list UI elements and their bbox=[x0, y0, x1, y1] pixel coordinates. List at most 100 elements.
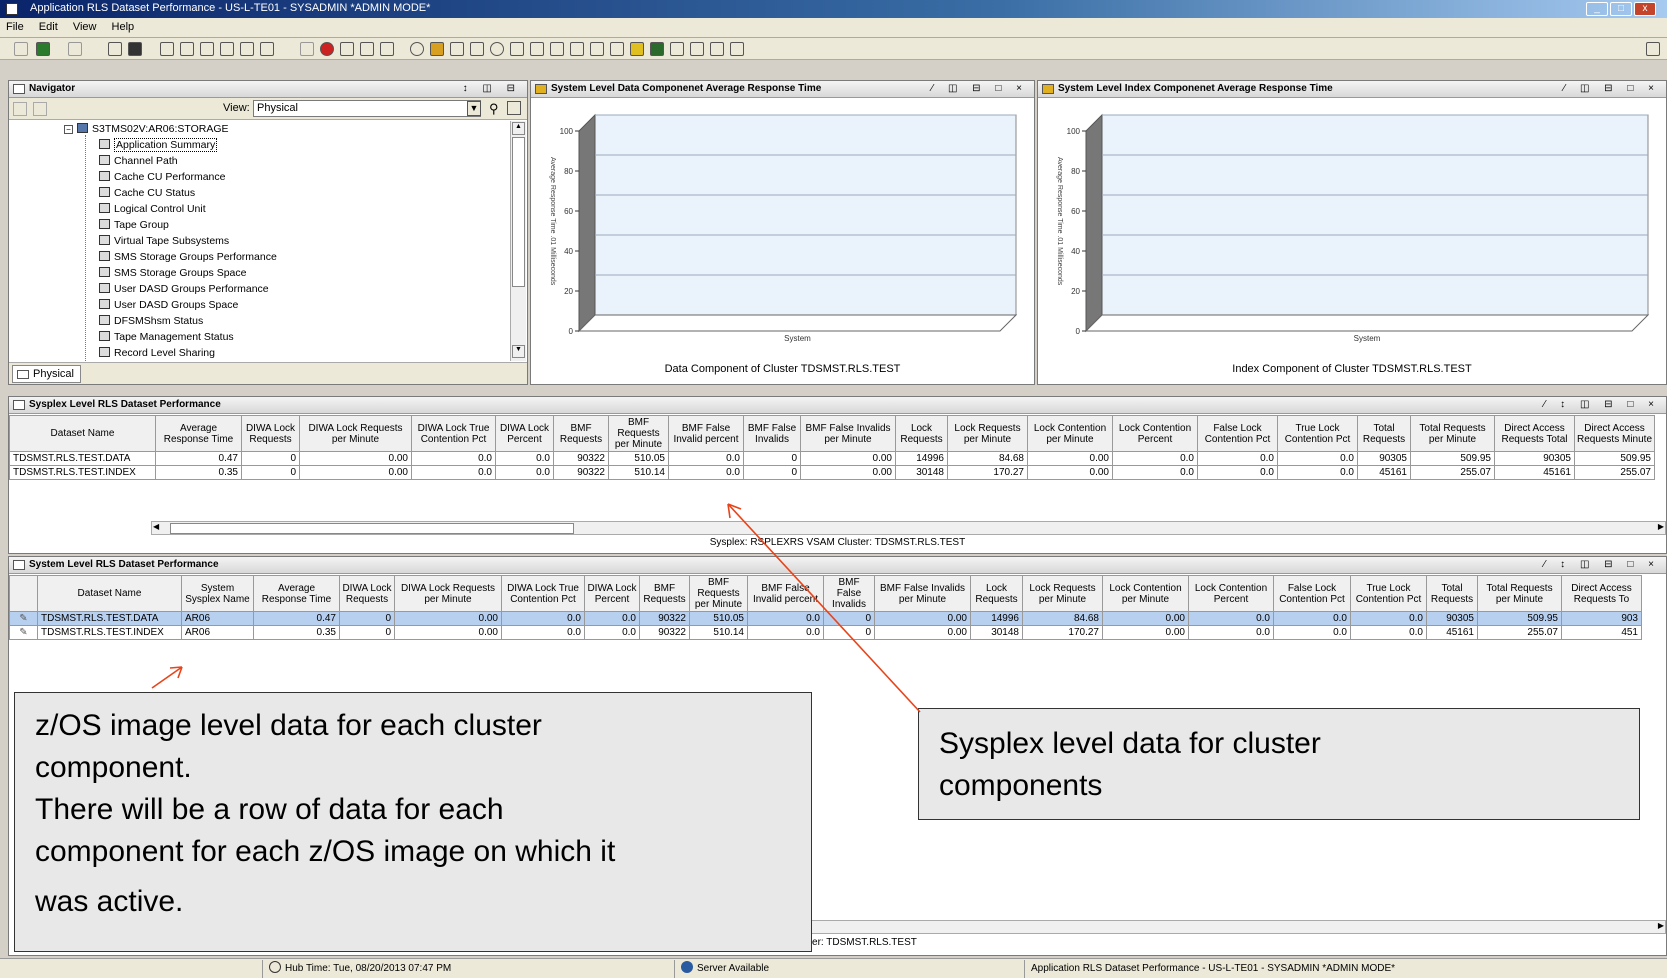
close-button[interactable]: x bbox=[1634, 2, 1656, 16]
column-header[interactable]: Lock Contention per Minute bbox=[1102, 575, 1189, 612]
tree-item[interactable]: Channel Path bbox=[99, 155, 178, 170]
column-header[interactable]: Lock Contention per Minute bbox=[1027, 415, 1113, 452]
maximize-button[interactable]: □ bbox=[1610, 2, 1632, 16]
tree-item[interactable]: SMS Storage Groups Space bbox=[99, 267, 247, 282]
table-row[interactable]: ✎ TDSMST.RLS.TEST.INDEX AR06 0.35 0 0.00 0.0 0.… bbox=[9, 625, 1642, 640]
tree-item[interactable]: User DASD Groups Performance bbox=[99, 283, 269, 298]
column-header[interactable]: Lock Requests bbox=[895, 415, 948, 452]
column-header[interactable]: BMF Requests per Minute bbox=[608, 415, 669, 452]
tree-item[interactable]: Cache CU Performance bbox=[99, 171, 225, 186]
column-header[interactable]: Lock Contention Percent bbox=[1188, 575, 1274, 612]
column-header[interactable]: BMF Requests per Minute bbox=[689, 575, 748, 612]
event-console-icon[interactable] bbox=[570, 42, 584, 56]
column-header[interactable]: DIWA Lock Requests bbox=[339, 575, 395, 612]
column-header[interactable]: BMF False Invalid percent bbox=[747, 575, 824, 612]
link-icon[interactable]: ✎ bbox=[19, 613, 27, 624]
column-header[interactable]: DIWA Lock Requests per Minute bbox=[394, 575, 502, 612]
tree-item[interactable]: Tape Management Status bbox=[99, 331, 234, 346]
bar-chart-icon[interactable] bbox=[430, 42, 444, 56]
no-entry-icon[interactable] bbox=[410, 42, 424, 56]
column-header[interactable] bbox=[9, 575, 38, 612]
column-header[interactable]: DIWA Lock True Contention Pct bbox=[411, 415, 496, 452]
column-header[interactable]: BMF False Invalids per Minute bbox=[874, 575, 971, 612]
sysplex-hscrollbar[interactable]: ◀ ▶ bbox=[151, 521, 1666, 535]
column-header[interactable]: BMF Requests bbox=[639, 575, 690, 612]
column-header[interactable]: Total Requests bbox=[1426, 575, 1478, 612]
sync-icon[interactable] bbox=[13, 102, 27, 116]
table-row[interactable]: ✎ TDSMST.RLS.TEST.DATA AR06 0.47 0 0.00 0.0 0.0… bbox=[9, 611, 1642, 626]
tree-item[interactable]: Logical Control Unit bbox=[99, 203, 206, 218]
table-row[interactable]: TDSMST.RLS.TEST.DATA 0.47 0 0.00 0.0 0.0 90322… bbox=[9, 451, 1655, 466]
back-icon[interactable] bbox=[36, 42, 50, 56]
column-header[interactable]: True Lock Contention Pct bbox=[1277, 415, 1358, 452]
tree-item[interactable]: SMS Storage Groups Performance bbox=[99, 251, 277, 266]
area-chart-icon[interactable] bbox=[450, 42, 464, 56]
menu-edit[interactable]: Edit bbox=[33, 18, 64, 33]
record-icon[interactable] bbox=[320, 42, 334, 56]
tree-item[interactable]: Virtual Tape Subsystems bbox=[99, 235, 229, 250]
pie-chart-icon[interactable] bbox=[470, 42, 484, 56]
column-header[interactable]: False Lock Contention Pct bbox=[1197, 415, 1278, 452]
tab-physical[interactable]: Physical bbox=[12, 365, 81, 383]
menu-help[interactable]: Help bbox=[106, 18, 141, 33]
tree-item[interactable]: Record Level Sharing bbox=[99, 347, 215, 361]
column-header[interactable]: BMF False Invalids per Minute bbox=[800, 415, 896, 452]
terminal-icon[interactable] bbox=[650, 42, 664, 56]
table-row[interactable]: TDSMST.RLS.TEST.INDEX 0.35 0 0.00 0.0 0.0 9032… bbox=[9, 465, 1655, 480]
graphic-view-icon[interactable] bbox=[610, 42, 624, 56]
tree-item[interactable]: User DASD Groups Space bbox=[99, 299, 238, 314]
new-icon[interactable] bbox=[108, 42, 122, 56]
navigator-controls[interactable]: ↕ ◫ ⊟ bbox=[463, 81, 521, 97]
users-icon[interactable] bbox=[690, 42, 704, 56]
sound-icon[interactable] bbox=[380, 42, 394, 56]
grid-icon[interactable] bbox=[360, 42, 374, 56]
forward-icon[interactable] bbox=[68, 42, 82, 56]
column-header[interactable]: Average Response Time bbox=[253, 575, 340, 612]
minimize-button[interactable]: _ bbox=[1586, 2, 1608, 16]
tree-item[interactable]: DFSMShsm Status bbox=[99, 315, 203, 330]
tree-item[interactable]: Cache CU Status bbox=[99, 187, 195, 202]
gauge-icon[interactable] bbox=[490, 42, 504, 56]
chart1-controls[interactable]: ⁄ ◫ ⊟ □ × bbox=[932, 81, 1029, 97]
topology-icon[interactable] bbox=[670, 42, 684, 56]
column-header[interactable]: Direct Access Requests To bbox=[1561, 575, 1642, 612]
history-icon[interactable] bbox=[240, 42, 254, 56]
navigator-scrollbar[interactable]: ▲ ▼ bbox=[510, 121, 526, 361]
home-icon[interactable] bbox=[14, 42, 28, 56]
message-log-icon[interactable] bbox=[590, 42, 604, 56]
column-header[interactable]: BMF False Invalids bbox=[743, 415, 801, 452]
column-header[interactable]: DIWA Lock Requests bbox=[241, 415, 300, 452]
situation-icon[interactable] bbox=[340, 42, 354, 56]
column-header[interactable]: Dataset Name bbox=[37, 575, 182, 612]
sysplex-table-controls[interactable]: ⁄ ↕ ◫ ⊟ □ × bbox=[1544, 397, 1660, 413]
column-header[interactable]: Total Requests per Minute bbox=[1410, 415, 1495, 452]
column-header[interactable]: True Lock Contention Pct bbox=[1350, 575, 1427, 612]
column-header[interactable]: DIWA Lock Percent bbox=[584, 575, 640, 612]
column-header[interactable]: Dataset Name bbox=[9, 415, 156, 452]
chart2-controls[interactable]: ⁄ ◫ ⊟ □ × bbox=[1564, 81, 1661, 97]
column-header[interactable]: Lock Requests per Minute bbox=[1022, 575, 1103, 612]
column-header[interactable]: False Lock Contention Pct bbox=[1273, 575, 1351, 612]
query-icon[interactable] bbox=[710, 42, 724, 56]
workspace-icon[interactable] bbox=[160, 42, 174, 56]
column-header[interactable]: Total Requests bbox=[1357, 415, 1411, 452]
search-icon[interactable]: ⚲ bbox=[489, 101, 499, 117]
column-header[interactable]: DIWA Lock True Contention Pct bbox=[501, 575, 585, 612]
menu-view[interactable]: View bbox=[67, 18, 103, 33]
pause-icon[interactable] bbox=[300, 42, 314, 56]
edit-workspace-icon[interactable] bbox=[180, 42, 194, 56]
tree-root[interactable]: − S3TMS02V:AR06:STORAGE bbox=[64, 123, 229, 138]
collapse-icon[interactable] bbox=[33, 102, 47, 116]
column-header[interactable]: Average Response Time bbox=[155, 415, 242, 452]
column-header[interactable]: DIWA Lock Requests per Minute bbox=[299, 415, 412, 452]
column-header[interactable]: Lock Requests per Minute bbox=[947, 415, 1028, 452]
history-config-icon[interactable] bbox=[730, 42, 744, 56]
column-header[interactable]: DIWA Lock Percent bbox=[495, 415, 554, 452]
column-header[interactable]: Total Requests per Minute bbox=[1477, 575, 1562, 612]
menu-file[interactable]: File bbox=[0, 18, 30, 33]
column-header[interactable]: BMF False Invalid percent bbox=[668, 415, 744, 452]
column-header[interactable]: BMF False Invalids bbox=[823, 575, 875, 612]
link-icon[interactable] bbox=[260, 42, 274, 56]
column-header[interactable]: Direct Access Requests Total bbox=[1494, 415, 1575, 452]
edit-icon[interactable] bbox=[507, 101, 521, 115]
